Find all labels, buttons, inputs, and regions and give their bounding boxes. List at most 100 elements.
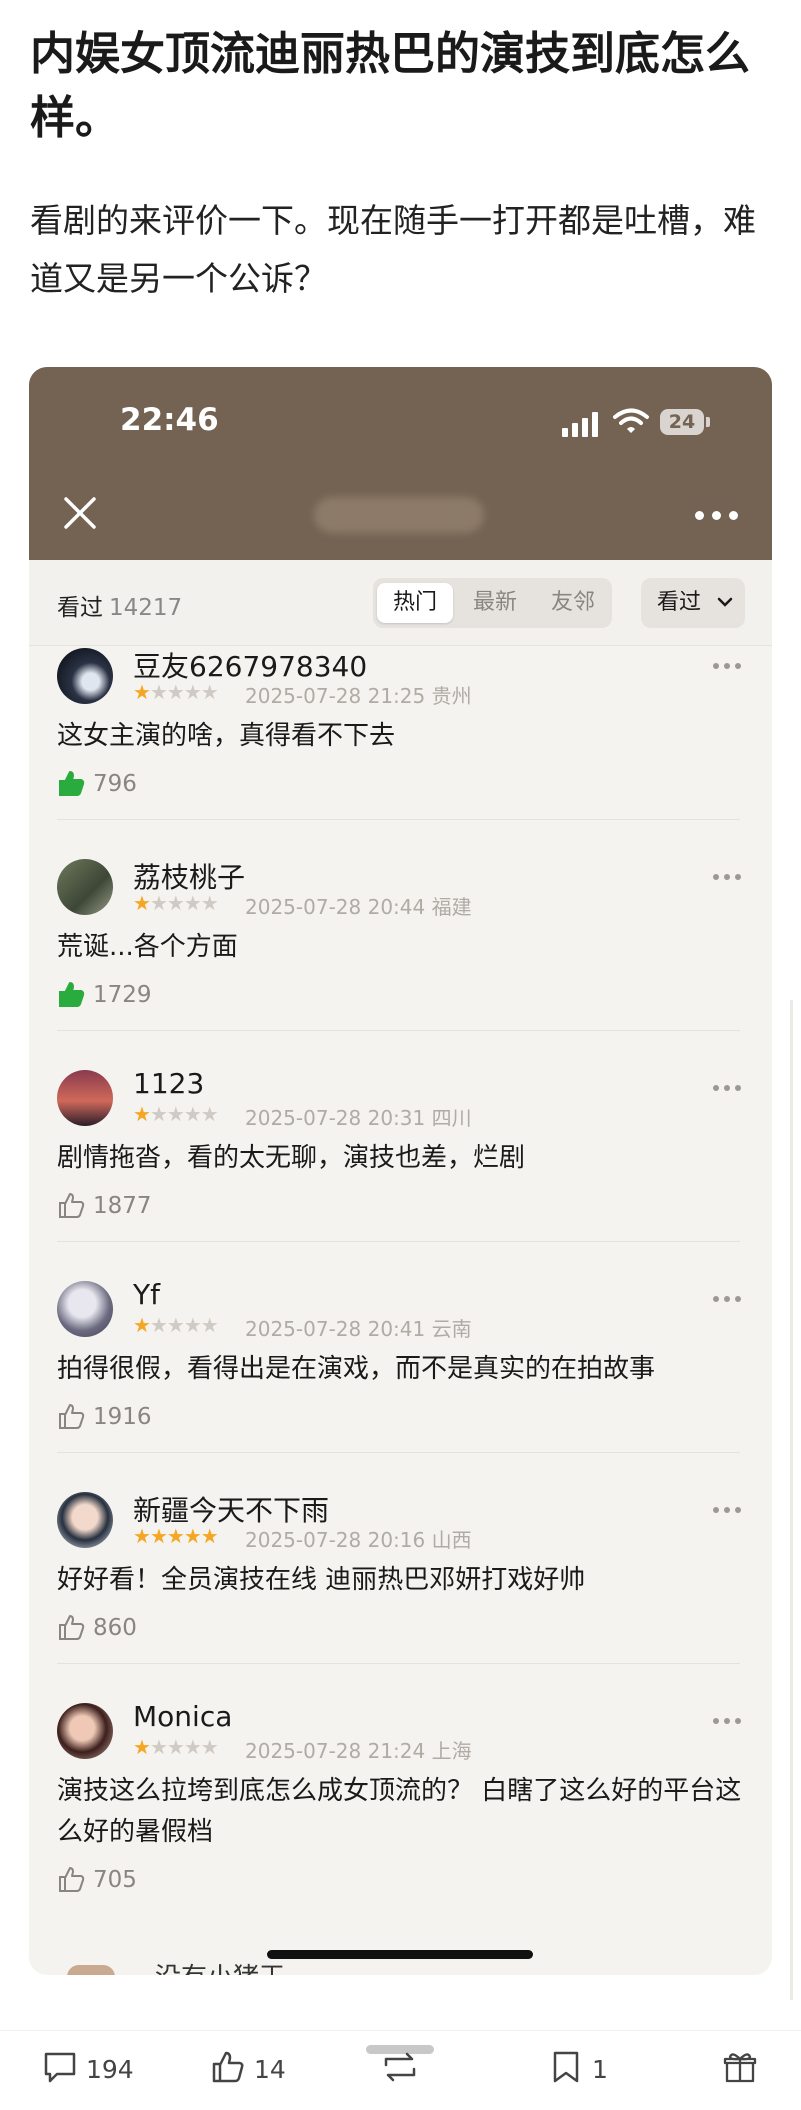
thumb-up-icon (59, 1615, 85, 1640)
scrollbar (790, 1000, 793, 2000)
comment-text: 好好看！全员演技在线 迪丽热巴邓妍打戏好帅 (57, 1565, 586, 1595)
comment-location: 福建 (425, 895, 472, 919)
star-icon: ★ (133, 1102, 151, 1126)
comment-location: 上海 (425, 1739, 472, 1763)
more-icon[interactable] (713, 1507, 743, 1515)
post-body: 看剧的来评价一下。现在随手一打开都是吐槽，难道又是另一个公诉？ (30, 201, 756, 298)
username[interactable]: 1123 (133, 1067, 204, 1100)
bookmark-icon (553, 2051, 579, 2083)
star-icon: ★ (149, 891, 168, 915)
username: 没有小猪王 (155, 1961, 335, 1975)
star-icon: ★ (133, 891, 151, 915)
star-icon: ★ (166, 1524, 185, 1548)
like-count: 860 (93, 1615, 137, 1641)
star-icon: ★ (183, 1735, 202, 1759)
bottom-action-bar: 194 14 1 (0, 2030, 801, 2110)
repost-icon (384, 2052, 416, 2082)
avatar[interactable] (57, 1070, 113, 1126)
star-icon: ★ (200, 1524, 219, 1548)
avatar[interactable] (57, 648, 113, 704)
home-indicator (267, 1950, 533, 1959)
star-rating: ★★★★★ (133, 1313, 219, 1337)
thumb-up-icon (59, 771, 85, 796)
comment-date: 2025-07-28 20:16 (245, 1528, 426, 1552)
avatar[interactable] (57, 859, 113, 915)
username[interactable]: 豆友6267978340 (133, 645, 367, 685)
seen-label: 看过 (57, 595, 103, 621)
star-icon: ★ (200, 891, 219, 915)
divider (57, 1452, 740, 1453)
filter-bar: 看过 14217 热门 最新 友邻 看过 (29, 560, 772, 646)
tab-hot[interactable]: 热门 (377, 583, 453, 623)
star-icon: ★ (200, 1735, 219, 1759)
comment-date: 2025-07-28 20:44 (245, 895, 426, 919)
more-icon[interactable] (695, 511, 739, 521)
comment-meta: 2025-07-28 20:44 福建 (245, 891, 472, 920)
star-icon: ★ (183, 1524, 202, 1548)
star-rating: ★★★★★ (133, 680, 219, 704)
star-icon: ★ (200, 680, 219, 704)
app-header: 22:46 24 (29, 367, 772, 560)
star-icon: ★ (200, 1313, 219, 1337)
avatar[interactable] (57, 1281, 113, 1337)
more-icon[interactable] (713, 1296, 743, 1304)
divider (57, 819, 740, 820)
seen-dropdown[interactable]: 看过 (641, 578, 745, 628)
comment-meta: 2025-07-28 20:16 山西 (245, 1524, 472, 1553)
more-icon[interactable] (713, 663, 743, 671)
like-button[interactable]: 14 (210, 2043, 300, 2093)
comment-text: 这女主演的啥，真得看不下去 (57, 721, 396, 751)
comment-text: 剧情拖沓，看的太无聊，演技也差，烂剧 (57, 1143, 526, 1173)
star-icon: ★ (200, 1102, 219, 1126)
tab-friends[interactable]: 友邻 (535, 583, 611, 623)
comment-date: 2025-07-28 21:25 (245, 684, 426, 708)
avatar (67, 1965, 115, 1975)
star-icon: ★ (133, 1524, 151, 1548)
more-icon[interactable] (713, 1085, 743, 1093)
like-count: 1877 (93, 1193, 152, 1219)
username[interactable]: Monica (133, 1700, 232, 1733)
comment-location: 云南 (425, 1317, 472, 1341)
comment-icon (44, 2052, 76, 2083)
sort-tabs: 热门 最新 友邻 (373, 578, 612, 628)
comment-meta: 2025-07-28 20:41 云南 (245, 1313, 472, 1342)
seen-dropdown-label: 看过 (657, 590, 702, 615)
more-icon[interactable] (713, 874, 743, 882)
divider (57, 1663, 740, 1664)
avatar[interactable] (57, 1492, 113, 1548)
star-icon: ★ (166, 1102, 185, 1126)
username[interactable]: Yf (133, 1278, 160, 1311)
like-count: 14 (254, 2055, 286, 2084)
close-icon[interactable] (63, 496, 97, 530)
star-rating: ★★★★★ (133, 1735, 219, 1759)
star-icon: ★ (183, 1313, 202, 1337)
star-icon: ★ (149, 1735, 168, 1759)
tab-latest[interactable]: 最新 (457, 583, 533, 623)
chevron-down-icon (717, 597, 733, 607)
more-icon[interactable] (713, 1718, 743, 1726)
repost-button[interactable] (380, 2043, 420, 2093)
star-icon: ★ (133, 680, 151, 704)
thumb-up-icon (212, 2051, 244, 2083)
thumb-up-icon (59, 1867, 85, 1892)
like-count: 796 (93, 771, 137, 797)
star-icon: ★ (149, 1524, 168, 1548)
battery-tip (706, 417, 710, 427)
avatar[interactable] (57, 1703, 113, 1759)
comment-date: 2025-07-28 20:31 (245, 1106, 426, 1130)
comment-text: 拍得很假，看得出是在演戏，而不是真实的在拍故事 (57, 1354, 656, 1384)
embedded-screenshot: 22:46 24 看过 14217 热门 最新 友邻 看过 豆友62679783… (29, 367, 772, 1975)
star-icon: ★ (166, 680, 185, 704)
comment-meta: 2025-07-28 21:24 上海 (245, 1735, 472, 1764)
like-count: 1916 (93, 1404, 152, 1430)
bookmark-button[interactable]: 1 (550, 2043, 620, 2093)
bookmark-count: 1 (592, 2055, 608, 2084)
comment-meta: 2025-07-28 20:31 四川 (245, 1102, 472, 1131)
username[interactable]: 新疆今天不下雨 (133, 1489, 329, 1529)
star-rating: ★★★★★ (133, 1524, 219, 1548)
comment-text: 荒诞...各个方面 (57, 932, 238, 962)
comment-button[interactable]: 194 (42, 2043, 142, 2093)
divider (57, 1030, 740, 1031)
username[interactable]: 荔枝桃子 (133, 856, 245, 896)
gift-button[interactable] (722, 2043, 762, 2093)
